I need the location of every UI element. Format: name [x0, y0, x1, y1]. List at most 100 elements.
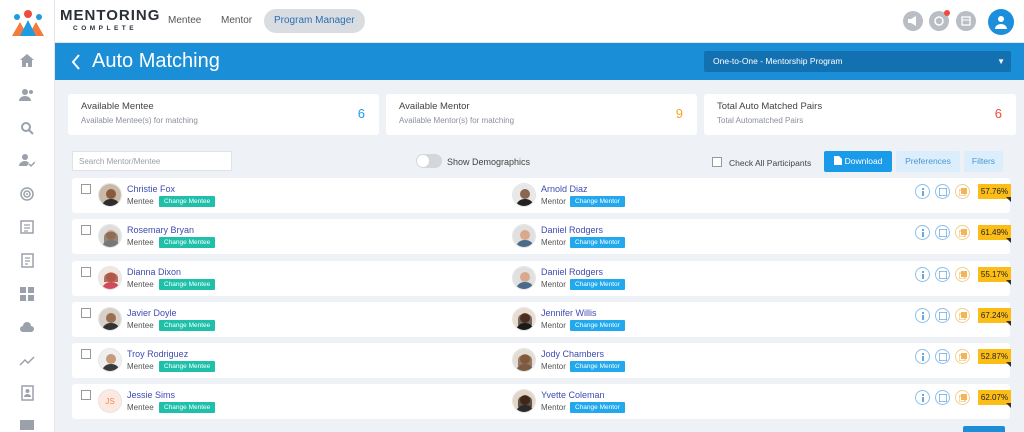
stat-sub: Total Automatched Pairs	[717, 116, 804, 125]
contacts-icon[interactable]	[18, 384, 36, 402]
list-icon[interactable]	[18, 218, 36, 236]
mentor-role: Mentor	[541, 280, 566, 289]
mentor-name[interactable]: Daniel Rodgers	[541, 225, 603, 235]
save-icon[interactable]	[935, 225, 950, 240]
change-mentor-button[interactable]: Change Mentor	[570, 320, 625, 331]
match-percentage-badge: 62.07%	[978, 390, 1011, 408]
stat-title: Available Mentee	[81, 101, 154, 112]
info-icon[interactable]	[915, 184, 930, 199]
badge-corner	[1006, 403, 1011, 408]
change-mentor-button[interactable]: Change Mentor	[570, 196, 625, 207]
save-icon[interactable]	[935, 349, 950, 364]
notification-icon[interactable]	[929, 10, 950, 31]
change-mentor-button[interactable]: Change Mentor	[570, 279, 625, 290]
change-mentee-button[interactable]: Change Mentee	[159, 279, 216, 290]
copy-icon[interactable]	[955, 308, 970, 323]
change-mentor-button[interactable]: Change Mentor	[570, 361, 625, 372]
change-mentee-button[interactable]: Change Mentee	[159, 361, 216, 372]
cloud-upload-icon[interactable]	[18, 318, 36, 336]
change-mentee-button[interactable]: Change Mentee	[159, 196, 216, 207]
check-all-checkbox[interactable]	[712, 157, 722, 167]
check-all-label: Check All Participants	[729, 158, 812, 168]
change-mentee-button[interactable]: Change Mentee	[159, 320, 216, 331]
tab-program-manager[interactable]: Program Manager	[264, 9, 365, 33]
save-icon[interactable]	[935, 308, 950, 323]
copy-icon[interactable]	[955, 225, 970, 240]
file-icon	[833, 156, 842, 165]
mentor-avatar	[512, 348, 536, 372]
mentee-name[interactable]: Troy Rodriguez	[127, 349, 188, 359]
users-icon[interactable]	[18, 86, 36, 104]
home-icon[interactable]	[18, 52, 36, 70]
target-icon[interactable]	[18, 185, 36, 203]
calendar-icon[interactable]	[956, 11, 976, 31]
program-select[interactable]: One-to-One - Mentorship Program ▼	[704, 51, 1011, 72]
user-check-icon[interactable]	[18, 151, 36, 169]
change-mentee-button[interactable]: Change Mentee	[159, 402, 216, 413]
row-checkbox[interactable]	[81, 184, 91, 194]
mentee-name[interactable]: Christie Fox	[127, 184, 175, 194]
mentor-name[interactable]: Yvette Coleman	[541, 390, 605, 400]
announcement-icon[interactable]	[903, 11, 923, 31]
mentee-role: Mentee	[127, 403, 154, 412]
mentee-name[interactable]: Javier Doyle	[127, 308, 177, 318]
user-avatar[interactable]	[988, 9, 1014, 35]
filters-button[interactable]: Filters	[964, 151, 1003, 172]
brand-sub: COMPLETE	[73, 25, 138, 32]
badge-corner	[1006, 280, 1011, 285]
show-demographics-toggle[interactable]	[416, 154, 442, 168]
mentee-name[interactable]: Jessie Sims	[127, 390, 175, 400]
mentee-role: Mentee	[127, 321, 154, 330]
change-mentor-button[interactable]: Change Mentor	[570, 402, 625, 413]
change-mentor-button[interactable]: Change Mentor	[570, 237, 625, 248]
row-checkbox[interactable]	[81, 390, 91, 400]
stat-value: 6	[994, 106, 1002, 121]
submit-button[interactable]	[963, 426, 1005, 432]
stat-card-mentor: Available Mentor Available Mentor(s) for…	[386, 94, 697, 135]
back-icon[interactable]	[69, 52, 83, 72]
mentee-avatar	[98, 307, 122, 331]
row-checkbox[interactable]	[81, 349, 91, 359]
row-checkbox[interactable]	[81, 267, 91, 277]
save-icon[interactable]	[935, 390, 950, 405]
mentor-role: Mentor	[541, 362, 566, 371]
tab-mentor[interactable]: Mentor	[211, 9, 262, 33]
mentor-name[interactable]: Jody Chambers	[541, 349, 604, 359]
info-icon[interactable]	[915, 390, 930, 405]
copy-icon[interactable]	[955, 267, 970, 282]
search-users-icon[interactable]	[18, 119, 36, 137]
grid-icon[interactable]	[18, 285, 36, 303]
mail-icon[interactable]	[18, 416, 36, 432]
analytics-icon[interactable]	[18, 351, 36, 369]
tab-mentee[interactable]: Mentee	[158, 9, 211, 33]
search-input[interactable]	[72, 151, 232, 171]
save-icon[interactable]	[935, 184, 950, 199]
preferences-button[interactable]: Preferences	[896, 151, 960, 172]
row-checkbox[interactable]	[81, 308, 91, 318]
logo-icon	[12, 10, 44, 36]
copy-icon[interactable]	[955, 349, 970, 364]
save-icon[interactable]	[935, 267, 950, 282]
program-select-value: One-to-One - Mentorship Program	[713, 56, 843, 66]
stat-sub: Available Mentee(s) for matching	[81, 116, 198, 125]
mentee-name[interactable]: Dianna Dixon	[127, 267, 181, 277]
mentor-avatar	[512, 307, 536, 331]
change-mentee-button[interactable]: Change Mentee	[159, 237, 216, 248]
copy-icon[interactable]	[955, 184, 970, 199]
mentor-name[interactable]: Arnold Diaz	[541, 184, 588, 194]
mentee-avatar	[98, 348, 122, 372]
row-checkbox[interactable]	[81, 225, 91, 235]
info-icon[interactable]	[915, 308, 930, 323]
info-icon[interactable]	[915, 349, 930, 364]
mentor-name[interactable]: Jennifer Willis	[541, 308, 597, 318]
mentor-avatar	[512, 224, 536, 248]
match-percentage: 57.76%	[980, 187, 1009, 196]
mentor-name[interactable]: Daniel Rodgers	[541, 267, 603, 277]
download-button[interactable]: Download	[824, 151, 892, 172]
mentee-name[interactable]: Rosemary Bryan	[127, 225, 194, 235]
documents-icon[interactable]	[18, 252, 36, 270]
info-icon[interactable]	[915, 267, 930, 282]
info-icon[interactable]	[915, 225, 930, 240]
pair-row: Troy Rodriguez Mentee Change Mentee Jody…	[72, 343, 1011, 378]
copy-icon[interactable]	[955, 390, 970, 405]
